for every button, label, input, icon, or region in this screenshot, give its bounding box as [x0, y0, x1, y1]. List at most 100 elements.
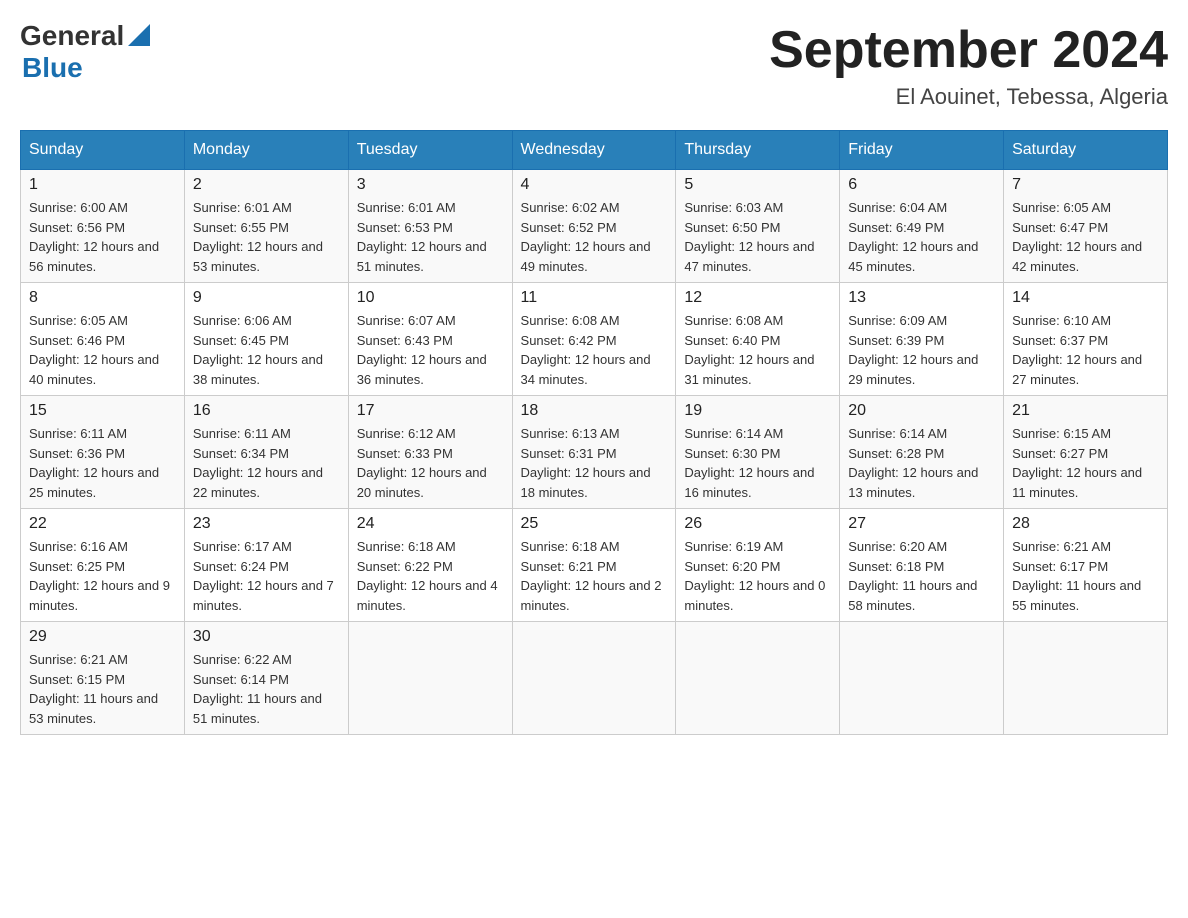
daylight-label: Daylight: 12 hours and 42 minutes.: [1012, 239, 1142, 274]
daylight-label: Daylight: 12 hours and 31 minutes.: [684, 352, 814, 387]
sunrise-label: Sunrise: 6:11 AM: [29, 426, 127, 441]
sunset-label: Sunset: 6:18 PM: [848, 559, 944, 574]
sunset-label: Sunset: 6:36 PM: [29, 446, 125, 461]
calendar-week-row: 8 Sunrise: 6:05 AM Sunset: 6:46 PM Dayli…: [21, 283, 1168, 396]
day-number: 9: [193, 289, 340, 307]
table-row: 12 Sunrise: 6:08 AM Sunset: 6:40 PM Dayl…: [676, 283, 840, 396]
logo-general: General: [20, 20, 124, 52]
sunrise-label: Sunrise: 6:18 AM: [521, 539, 620, 554]
day-number: 27: [848, 515, 995, 533]
sunrise-label: Sunrise: 6:04 AM: [848, 200, 947, 215]
sunset-label: Sunset: 6:42 PM: [521, 333, 617, 348]
daylight-label: Daylight: 12 hours and 36 minutes.: [357, 352, 487, 387]
sunset-label: Sunset: 6:45 PM: [193, 333, 289, 348]
day-number: 29: [29, 628, 176, 646]
daylight-label: Daylight: 12 hours and 27 minutes.: [1012, 352, 1142, 387]
table-row: 17 Sunrise: 6:12 AM Sunset: 6:33 PM Dayl…: [348, 396, 512, 509]
table-row: 19 Sunrise: 6:14 AM Sunset: 6:30 PM Dayl…: [676, 396, 840, 509]
sunset-label: Sunset: 6:28 PM: [848, 446, 944, 461]
table-row: 25 Sunrise: 6:18 AM Sunset: 6:21 PM Dayl…: [512, 509, 676, 622]
calendar-week-row: 29 Sunrise: 6:21 AM Sunset: 6:15 PM Dayl…: [21, 622, 1168, 735]
daylight-label: Daylight: 12 hours and 40 minutes.: [29, 352, 159, 387]
table-row: 3 Sunrise: 6:01 AM Sunset: 6:53 PM Dayli…: [348, 170, 512, 283]
day-number: 19: [684, 402, 831, 420]
day-number: 4: [521, 176, 668, 194]
table-row: 30 Sunrise: 6:22 AM Sunset: 6:14 PM Dayl…: [184, 622, 348, 735]
sunrise-label: Sunrise: 6:16 AM: [29, 539, 128, 554]
sunset-label: Sunset: 6:37 PM: [1012, 333, 1108, 348]
sunrise-label: Sunrise: 6:15 AM: [1012, 426, 1111, 441]
daylight-label: Daylight: 12 hours and 29 minutes.: [848, 352, 978, 387]
daylight-label: Daylight: 12 hours and 4 minutes.: [357, 578, 498, 613]
sunset-label: Sunset: 6:31 PM: [521, 446, 617, 461]
day-number: 13: [848, 289, 995, 307]
sunset-label: Sunset: 6:53 PM: [357, 220, 453, 235]
day-number: 18: [521, 402, 668, 420]
sunrise-label: Sunrise: 6:17 AM: [193, 539, 292, 554]
day-number: 22: [29, 515, 176, 533]
daylight-label: Daylight: 11 hours and 55 minutes.: [1012, 578, 1141, 613]
daylight-label: Daylight: 12 hours and 25 minutes.: [29, 465, 159, 500]
sunrise-label: Sunrise: 6:10 AM: [1012, 313, 1111, 328]
sunrise-label: Sunrise: 6:22 AM: [193, 652, 292, 667]
sunrise-label: Sunrise: 6:06 AM: [193, 313, 292, 328]
day-number: 1: [29, 176, 176, 194]
day-number: 12: [684, 289, 831, 307]
table-row: 26 Sunrise: 6:19 AM Sunset: 6:20 PM Dayl…: [676, 509, 840, 622]
header-sunday: Sunday: [21, 131, 185, 170]
location: El Aouinet, Tebessa, Algeria: [769, 84, 1168, 110]
table-row: 15 Sunrise: 6:11 AM Sunset: 6:36 PM Dayl…: [21, 396, 185, 509]
sunrise-label: Sunrise: 6:11 AM: [193, 426, 291, 441]
table-row: 20 Sunrise: 6:14 AM Sunset: 6:28 PM Dayl…: [840, 396, 1004, 509]
daylight-label: Daylight: 12 hours and 53 minutes.: [193, 239, 323, 274]
daylight-label: Daylight: 12 hours and 56 minutes.: [29, 239, 159, 274]
logo-triangle-icon: [128, 24, 150, 46]
sunrise-label: Sunrise: 6:19 AM: [684, 539, 783, 554]
daylight-label: Daylight: 12 hours and 34 minutes.: [521, 352, 651, 387]
table-row: 24 Sunrise: 6:18 AM Sunset: 6:22 PM Dayl…: [348, 509, 512, 622]
table-row: 9 Sunrise: 6:06 AM Sunset: 6:45 PM Dayli…: [184, 283, 348, 396]
daylight-label: Daylight: 12 hours and 45 minutes.: [848, 239, 978, 274]
sunset-label: Sunset: 6:17 PM: [1012, 559, 1108, 574]
day-number: 3: [357, 176, 504, 194]
sunrise-label: Sunrise: 6:21 AM: [29, 652, 128, 667]
table-row: 11 Sunrise: 6:08 AM Sunset: 6:42 PM Dayl…: [512, 283, 676, 396]
table-row: 6 Sunrise: 6:04 AM Sunset: 6:49 PM Dayli…: [840, 170, 1004, 283]
day-number: 28: [1012, 515, 1159, 533]
day-number: 10: [357, 289, 504, 307]
daylight-label: Daylight: 12 hours and 22 minutes.: [193, 465, 323, 500]
sunrise-label: Sunrise: 6:12 AM: [357, 426, 456, 441]
table-row: 18 Sunrise: 6:13 AM Sunset: 6:31 PM Dayl…: [512, 396, 676, 509]
table-row: 16 Sunrise: 6:11 AM Sunset: 6:34 PM Dayl…: [184, 396, 348, 509]
sunrise-label: Sunrise: 6:01 AM: [357, 200, 456, 215]
daylight-label: Daylight: 12 hours and 7 minutes.: [193, 578, 334, 613]
table-row: 1 Sunrise: 6:00 AM Sunset: 6:56 PM Dayli…: [21, 170, 185, 283]
daylight-label: Daylight: 12 hours and 20 minutes.: [357, 465, 487, 500]
logo: General Blue: [20, 20, 150, 84]
sunrise-label: Sunrise: 6:02 AM: [521, 200, 620, 215]
day-number: 25: [521, 515, 668, 533]
daylight-label: Daylight: 12 hours and 11 minutes.: [1012, 465, 1142, 500]
sunset-label: Sunset: 6:49 PM: [848, 220, 944, 235]
header-friday: Friday: [840, 131, 1004, 170]
logo-blue: Blue: [22, 52, 83, 84]
calendar-week-row: 22 Sunrise: 6:16 AM Sunset: 6:25 PM Dayl…: [21, 509, 1168, 622]
table-row: 10 Sunrise: 6:07 AM Sunset: 6:43 PM Dayl…: [348, 283, 512, 396]
table-row: 22 Sunrise: 6:16 AM Sunset: 6:25 PM Dayl…: [21, 509, 185, 622]
table-row: [840, 622, 1004, 735]
sunset-label: Sunset: 6:20 PM: [684, 559, 780, 574]
sunrise-label: Sunrise: 6:05 AM: [29, 313, 128, 328]
daylight-label: Daylight: 12 hours and 9 minutes.: [29, 578, 170, 613]
sunrise-label: Sunrise: 6:03 AM: [684, 200, 783, 215]
table-row: 23 Sunrise: 6:17 AM Sunset: 6:24 PM Dayl…: [184, 509, 348, 622]
calendar-table: Sunday Monday Tuesday Wednesday Thursday…: [20, 130, 1168, 735]
sunset-label: Sunset: 6:27 PM: [1012, 446, 1108, 461]
table-row: 28 Sunrise: 6:21 AM Sunset: 6:17 PM Dayl…: [1004, 509, 1168, 622]
daylight-label: Daylight: 12 hours and 51 minutes.: [357, 239, 487, 274]
weekday-header-row: Sunday Monday Tuesday Wednesday Thursday…: [21, 131, 1168, 170]
sunset-label: Sunset: 6:47 PM: [1012, 220, 1108, 235]
sunrise-label: Sunrise: 6:18 AM: [357, 539, 456, 554]
day-number: 15: [29, 402, 176, 420]
sunset-label: Sunset: 6:50 PM: [684, 220, 780, 235]
daylight-label: Daylight: 12 hours and 2 minutes.: [521, 578, 662, 613]
